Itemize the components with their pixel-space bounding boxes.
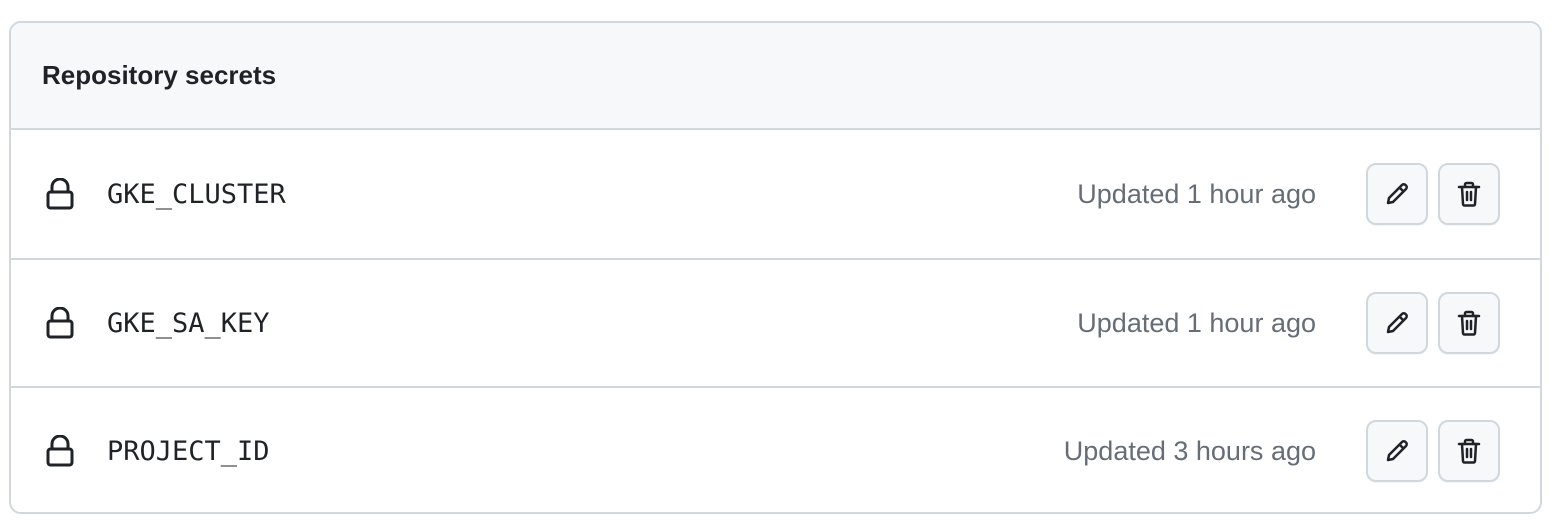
secret-row: GKE_SA_KEY Updated 1 hour ago <box>11 258 1540 386</box>
trash-icon <box>1457 438 1481 464</box>
pencil-icon <box>1386 440 1408 462</box>
repository-secrets-box: Repository secrets GKE_CLUSTER Updated 1… <box>9 21 1542 514</box>
secret-updated-time: Updated 1 hour ago <box>1077 307 1316 338</box>
trash-icon <box>1457 310 1481 336</box>
box-header: Repository secrets <box>11 23 1540 130</box>
pencil-icon <box>1386 312 1408 334</box>
secret-updated-time: Updated 3 hours ago <box>1063 435 1316 466</box>
secret-name: PROJECT_ID <box>107 435 270 467</box>
trash-icon <box>1457 181 1481 207</box>
lock-icon <box>46 178 74 210</box>
edit-secret-button[interactable] <box>1366 420 1428 482</box>
section-title: Repository secrets <box>42 60 277 90</box>
edit-secret-button[interactable] <box>1366 292 1428 354</box>
lock-icon <box>46 307 74 339</box>
delete-secret-button[interactable] <box>1438 163 1500 225</box>
delete-secret-button[interactable] <box>1438 420 1500 482</box>
lock-icon <box>46 435 74 467</box>
edit-secret-button[interactable] <box>1366 163 1428 225</box>
secret-updated-time: Updated 1 hour ago <box>1077 178 1316 209</box>
pencil-icon <box>1386 183 1408 205</box>
delete-secret-button[interactable] <box>1438 292 1500 354</box>
secret-name: GKE_CLUSTER <box>107 178 286 210</box>
secret-row: PROJECT_ID Updated 3 hours ago <box>11 386 1540 512</box>
secret-name: GKE_SA_KEY <box>107 307 270 339</box>
secret-row: GKE_CLUSTER Updated 1 hour ago <box>11 130 1540 258</box>
